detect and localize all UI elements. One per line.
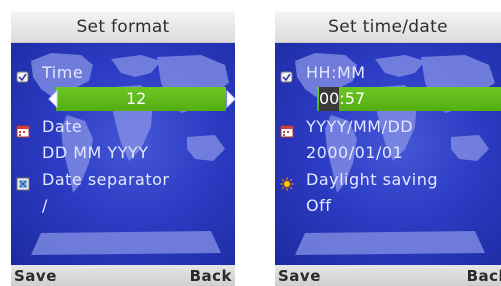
time-row[interactable]: HH:MM — [275, 60, 501, 86]
softkey-bar: Save Back — [11, 265, 235, 286]
calendar-icon — [280, 120, 294, 138]
save-softkey[interactable]: Save — [14, 265, 57, 286]
softkey-bar: Save Back — [275, 265, 501, 286]
screen-content: HH:MM 00:57 YYYY/MM/DD 2000/01/01 Daylig… — [275, 43, 501, 265]
set-format-screen: Set format Time 12 Date DD MM YYYY Date … — [11, 12, 235, 286]
date-separator-row[interactable]: Date separator — [11, 167, 235, 193]
time-format-value: 12 — [126, 89, 147, 108]
date-format-row[interactable]: Date — [11, 114, 235, 140]
date-format-label: Date — [42, 117, 83, 136]
checkbox-icon — [280, 66, 294, 83]
time-format-row[interactable]: Time — [11, 60, 235, 86]
set-time-date-screen: Set time/date HH:MM 00:57 YYYY/MM/DD 200… — [275, 12, 501, 286]
time-format-label: Time — [42, 63, 84, 82]
daylight-saving-value: Off — [306, 196, 332, 215]
date-label: YYYY/MM/DD — [306, 117, 414, 136]
date-value-row: 2000/01/01 — [275, 140, 501, 166]
arrow-left-icon[interactable] — [48, 90, 58, 108]
date-separator-value: / — [42, 196, 48, 215]
date-format-value-row: DD MM YYYY — [11, 140, 235, 166]
separator-icon — [16, 173, 30, 191]
daylight-saving-value-row: Off — [275, 193, 501, 219]
arrow-right-icon[interactable] — [226, 90, 235, 108]
checkbox-icon — [16, 66, 30, 83]
daylight-saving-row[interactable]: Daylight saving — [275, 167, 501, 193]
date-separator-value-row: / — [11, 193, 235, 219]
back-softkey[interactable]: Back — [190, 265, 232, 286]
date-separator-label: Date separator — [42, 170, 170, 189]
screen-title: Set format — [11, 12, 235, 43]
time-input[interactable]: 00:57 — [317, 87, 501, 111]
date-format-value: DD MM YYYY — [42, 143, 149, 162]
sun-icon — [280, 173, 294, 191]
time-value-rest: :57 — [339, 89, 366, 108]
screen-title: Set time/date — [275, 12, 501, 43]
time-format-selector[interactable]: 12 — [48, 87, 235, 111]
time-value: 00:57 — [319, 87, 365, 111]
save-softkey[interactable]: Save — [278, 265, 321, 286]
back-softkey[interactable]: Back — [467, 265, 501, 286]
date-value: 2000/01/01 — [306, 143, 404, 162]
date-row[interactable]: YYYY/MM/DD — [275, 114, 501, 140]
calendar-icon — [16, 120, 30, 138]
text-cursor: 00 — [319, 87, 340, 111]
screen-content: Time 12 Date DD MM YYYY Date separator / — [11, 43, 235, 265]
daylight-saving-label: Daylight saving — [306, 170, 438, 189]
time-label: HH:MM — [306, 63, 366, 82]
